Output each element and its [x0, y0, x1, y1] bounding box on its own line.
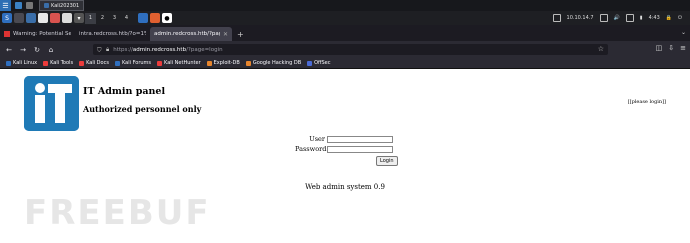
bookmark-item[interactable]: Kali Forums: [114, 60, 152, 66]
system-tray: 10.10.14.7 🔊 ▮ 4:43 🔒 ⏻: [552, 14, 682, 22]
tab-strip: Warning: Potential Secu intra.redcross.h…: [0, 25, 690, 41]
lock-icon[interactable]: 🔒︎: [106, 46, 109, 54]
files-icon[interactable]: [26, 13, 36, 23]
bookmark-item[interactable]: Kali NetHunter: [157, 60, 201, 66]
xfce-panel: S ▾ 1 2 3 4 ● 10.10.14.7 🔊 ▮ 4:43 🔒 ⏻: [0, 11, 690, 25]
close-tab-icon[interactable]: ✕: [223, 31, 228, 38]
please-login-text: [[please login]]: [627, 99, 666, 105]
workspace-3[interactable]: 3: [109, 13, 120, 24]
shield-icon[interactable]: ⛉: [97, 47, 103, 54]
password-input[interactable]: [327, 145, 393, 153]
dropdown-icon[interactable]: ▾: [74, 13, 84, 23]
network-icon[interactable]: [552, 14, 561, 22]
app-window-icon[interactable]: ●: [162, 13, 172, 23]
bookmark-item[interactable]: Kali Docs: [79, 60, 109, 66]
bookmark-item[interactable]: Kali Tools: [43, 60, 73, 66]
bookmark-icon: [157, 60, 163, 66]
list-tabs-icon[interactable]: ⌄: [681, 29, 686, 36]
bookmark-icon: [206, 60, 212, 66]
kali-menu-icon[interactable]: ☰: [0, 0, 11, 11]
password-row: Password: [295, 145, 393, 153]
nav-bar: ← → ↻ ⌂ ⛉ 🔒︎ https://admin.redcross.htb/…: [0, 41, 690, 58]
bookmark-icon: [307, 60, 313, 66]
bookmark-item[interactable]: Kali Linux: [6, 60, 37, 66]
tab-warning[interactable]: Warning: Potential Secu: [0, 27, 75, 41]
url-bar[interactable]: ⛉ 🔒︎ https://admin.redcross.htb/?page=lo…: [93, 44, 608, 55]
page-content: IT Admin panel Authorized personnel only…: [0, 69, 690, 243]
new-tab-icon[interactable]: +: [237, 27, 244, 41]
bookmark-icon: [6, 60, 11, 66]
bookmark-label: Kali Tools: [50, 60, 74, 66]
pocket-icon[interactable]: ◫: [656, 44, 663, 52]
page-subtitle: Authorized personnel only: [83, 104, 202, 114]
tab-intra[interactable]: intra.redcross.htb/?o=1%27A: [75, 27, 150, 41]
reload-icon[interactable]: ↻: [32, 45, 42, 55]
app-icon[interactable]: [62, 13, 72, 23]
bookmark-icon: [114, 60, 120, 66]
url-text[interactable]: https://admin.redcross.htb/?page=login: [113, 47, 222, 53]
user-label: User: [309, 135, 325, 143]
workspace-1[interactable]: 1: [85, 12, 96, 24]
it-logo: [24, 76, 79, 131]
workspace-icon[interactable]: [15, 2, 22, 9]
taskbar-window-title: Kali202301: [51, 2, 80, 9]
workspace-4[interactable]: 4: [121, 13, 132, 24]
kali-dragon-icon[interactable]: S: [2, 13, 12, 23]
warning-icon: [4, 31, 10, 37]
bookmarks-bar: Kali Linux Kali Tools Kali Docs Kali Forums…: [0, 58, 690, 69]
bookmark-item[interactable]: OffSec: [307, 60, 331, 66]
login-button[interactable]: Login: [376, 156, 398, 166]
footer-text: Web admin system 0.9: [305, 183, 385, 191]
screen-icon[interactable]: [599, 14, 608, 22]
forward-icon[interactable]: →: [18, 45, 28, 55]
bookmark-item[interactable]: Google Hacking DB: [245, 60, 302, 66]
user-row: User: [295, 135, 393, 143]
app-window-icon[interactable]: [138, 13, 148, 23]
bookmark-label: OffSec: [314, 60, 331, 66]
window-app-icon: [44, 3, 49, 8]
power-icon[interactable]: ⏻: [678, 15, 682, 21]
bookmark-label: Kali Docs: [86, 60, 109, 66]
extensions-icon[interactable]: ⇩: [668, 44, 674, 52]
clock: 4:43: [648, 15, 660, 21]
toolbar-right: ◫ ⇩ ≡: [656, 44, 686, 52]
bookmark-label: Kali Linux: [13, 60, 38, 66]
lock-icon[interactable]: 🔒: [666, 15, 672, 21]
bookmark-icon: [43, 60, 49, 66]
watermark: FREEBUF: [24, 193, 211, 233]
terminal-icon[interactable]: [14, 13, 24, 23]
taskbar-window[interactable]: Kali202301: [39, 0, 85, 11]
bookmark-star-icon[interactable]: ☆: [598, 45, 604, 53]
ip-address: 10.10.14.7: [566, 15, 594, 21]
tab-admin[interactable]: admin.redcross.htb/?page=lo ✕: [150, 27, 232, 41]
window-icon[interactable]: [26, 2, 33, 9]
bookmark-icon: [245, 60, 251, 66]
top-panel: ☰ Kali202301: [0, 0, 690, 11]
bookmark-label: Exploit-DB: [213, 60, 240, 66]
volume-icon[interactable]: 🔊: [614, 15, 620, 21]
bookmark-label: Kali Forums: [121, 60, 152, 66]
app-window-icon[interactable]: [150, 13, 160, 23]
bookmark-item[interactable]: Exploit-DB: [206, 60, 240, 66]
bookmark-label: Google Hacking DB: [252, 60, 302, 66]
battery-icon[interactable]: ▮: [640, 15, 643, 21]
home-icon[interactable]: ⌂: [46, 45, 56, 55]
notification-icon[interactable]: [625, 14, 634, 22]
user-input[interactable]: [327, 135, 393, 143]
bookmark-label: Kali NetHunter: [164, 60, 201, 66]
text-editor-icon[interactable]: [38, 13, 48, 23]
bookmark-icon: [79, 60, 85, 66]
password-label: Password: [295, 145, 327, 153]
workspace-2[interactable]: 2: [97, 13, 108, 24]
menu-icon[interactable]: ≡: [680, 44, 686, 52]
page-title: IT Admin panel: [83, 86, 166, 97]
firefox-icon[interactable]: [50, 13, 60, 23]
back-icon[interactable]: ←: [4, 45, 14, 55]
